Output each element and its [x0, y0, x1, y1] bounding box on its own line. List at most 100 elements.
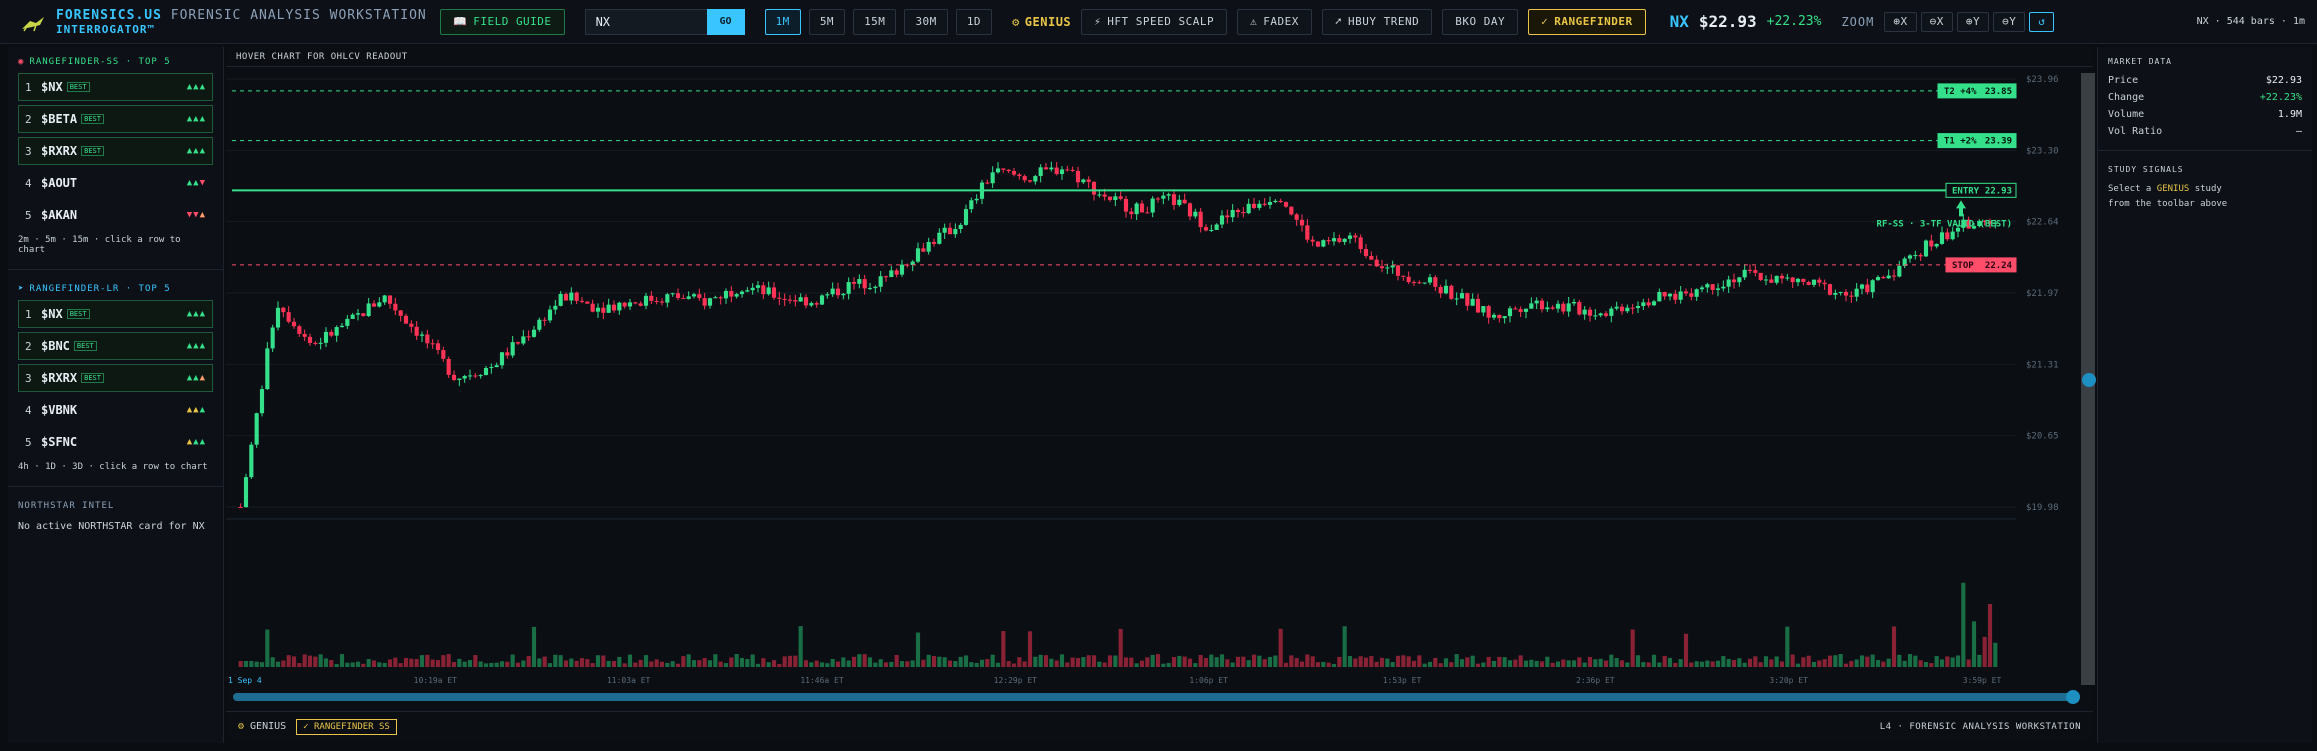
scanner-row[interactable]: 3 $RXRX BEST ▲▲▲: [18, 137, 213, 165]
volume-bar: [825, 663, 830, 667]
bars-info: NX · 544 bars · 1m: [2196, 16, 2305, 27]
candle-body: [1481, 306, 1486, 313]
candle-body: [761, 285, 766, 295]
candle-body: [734, 294, 739, 297]
study-hbuy-trend-button[interactable]: ➚ HBUY TREND: [1321, 8, 1433, 35]
candle-body: [478, 375, 483, 377]
level-label: T1 +2%: [1944, 137, 1977, 147]
volume-bar: [1598, 658, 1603, 667]
field-guide-button[interactable]: 📖 FIELD GUIDE: [440, 8, 565, 35]
candle-body: [1401, 275, 1406, 277]
zoom-button-2[interactable]: ⊕Y: [1956, 11, 1990, 32]
row-symbol: $BNC: [41, 339, 70, 353]
volume-bar: [1902, 660, 1907, 667]
scanner-row[interactable]: 1 $NX BEST ▲▲▲: [18, 73, 213, 101]
candle-body: [1635, 306, 1641, 308]
candle-body: [1395, 265, 1401, 276]
scanner-row[interactable]: 1 $NX BEST ▲▲▲: [18, 300, 213, 328]
volume-bar: [899, 661, 905, 667]
volume-bar: [1011, 663, 1017, 667]
footer-rangefinder-badge[interactable]: ✓ RANGEFINDER SS: [296, 718, 397, 735]
volume-bar: [659, 661, 665, 667]
scanner-row[interactable]: 2 $BNC BEST ▲▲▲: [18, 332, 213, 360]
volume-bar: [1870, 654, 1875, 667]
timeframe-1d-button[interactable]: 1D: [955, 8, 993, 35]
volume-bar: [1726, 658, 1731, 667]
right-panel: MARKET DATA Price $22.93 Change +22.23% Volu…: [2097, 47, 2312, 743]
row-symbol: $BETA: [41, 112, 78, 126]
volume-bar: [1539, 661, 1545, 667]
scanner-row[interactable]: 4 $AOUT ▲▲▼: [18, 169, 213, 197]
symbol-search: GO: [584, 8, 745, 35]
candle-body: [1235, 210, 1241, 213]
volume-bar: [451, 661, 457, 667]
candle-body: [1257, 203, 1262, 208]
timeframe-30m-button[interactable]: 30M: [904, 8, 948, 35]
volume-bar: [1806, 655, 1811, 667]
price-chart[interactable]: $23.96 $23.30 $22.64 $21.97 $21.31 $20.65 $19.…: [226, 67, 2076, 687]
signal-label: RF-SS · 3-TF VALID (BEST): [1877, 219, 2012, 229]
genius-label[interactable]: ⚙ GENIUS: [1012, 15, 1071, 29]
volume-bar: [846, 660, 851, 667]
scanner-row[interactable]: 2 $BETA BEST ▲▲▲: [18, 105, 213, 133]
trend-arrow-icon: ▲: [199, 341, 206, 351]
footer-genius[interactable]: ⚙ GENIUS: [238, 721, 286, 732]
timeframe-1m-button[interactable]: 1M: [764, 8, 801, 35]
candle-body: [1614, 306, 1619, 309]
scanner-row[interactable]: 5 $SFNC ▲▲▲: [18, 428, 213, 456]
zoom-button-3[interactable]: ⊖Y: [1993, 11, 2026, 32]
vertical-scroll-handle[interactable]: [2082, 373, 2096, 387]
volume-bar: [1747, 658, 1753, 667]
candle-body: [302, 333, 307, 337]
symbol-search-input[interactable]: [584, 8, 707, 35]
study-hft-speed-scalp-button[interactable]: ⚡ HFT SPEED SCALP: [1081, 8, 1228, 35]
study-rangefinder-button[interactable]: ✓ RANGEFINDER: [1528, 8, 1646, 35]
candle-body: [489, 367, 494, 369]
candle-body: [1817, 279, 1822, 283]
volume-bar: [1262, 659, 1267, 667]
volume-bar: [1721, 656, 1726, 667]
brand[interactable]: FORENSICS.US FORENSIC ANALYSIS WORKSTATI…: [20, 8, 430, 36]
horizontal-scrollbar[interactable]: [233, 693, 2078, 701]
volume-bar: [1187, 658, 1193, 667]
volume-bar: [531, 626, 537, 667]
candle-body: [1118, 196, 1123, 199]
chart-panel: HOVER CHART FOR OHLCV READOUT $23.96 $23.…: [226, 47, 2096, 741]
candle-body: [579, 300, 585, 302]
volume-bar: [558, 655, 563, 667]
candle-body: [723, 290, 729, 299]
horizontal-scroll-handle[interactable]: [2066, 690, 2080, 704]
candle-body: [350, 314, 355, 319]
zoom-button-4[interactable]: ↺: [2029, 11, 2055, 32]
timeframe-5m-button[interactable]: 5M: [808, 8, 846, 35]
candle-body: [259, 389, 265, 414]
scanner-row[interactable]: 3 $RXRX BEST ▲▲▲: [18, 364, 213, 392]
scanner-row[interactable]: 4 $VBNK ▲▲▲: [18, 396, 213, 424]
brand-subtitle: INTERROGATOR™: [56, 22, 156, 36]
zoom-button-1[interactable]: ⊖X: [1920, 11, 1953, 32]
study-bko-day-button[interactable]: BKO DAY: [1442, 8, 1519, 35]
candle-body: [275, 307, 281, 328]
volume-bar: [563, 660, 569, 667]
level-value: 22.24: [1985, 261, 2013, 271]
candle-body: [750, 287, 755, 291]
candle-body: [1667, 293, 1673, 297]
volume-bar: [1689, 662, 1694, 667]
candle-body: [270, 327, 275, 349]
search-go-button[interactable]: GO: [706, 8, 745, 35]
volume-bar: [974, 663, 979, 667]
volume-bar: [1230, 662, 1235, 667]
candle-body: [611, 304, 617, 311]
candle-body: [542, 319, 547, 321]
timeframe-15m-button[interactable]: 15M: [853, 8, 897, 35]
volume-bar: [617, 656, 622, 667]
zoom-button-0[interactable]: ⊕X: [1884, 11, 1917, 32]
scanner-row[interactable]: 5 $AKAN ▼▼▲: [18, 201, 213, 229]
candle-body: [1561, 303, 1566, 312]
candle-body: [1534, 300, 1539, 304]
study-fadex-button[interactable]: ⚠ FADEX: [1237, 8, 1312, 35]
candle-body: [1518, 309, 1523, 312]
candle-body: [371, 303, 377, 307]
candle-body: [963, 209, 969, 225]
candle-body: [457, 378, 462, 380]
